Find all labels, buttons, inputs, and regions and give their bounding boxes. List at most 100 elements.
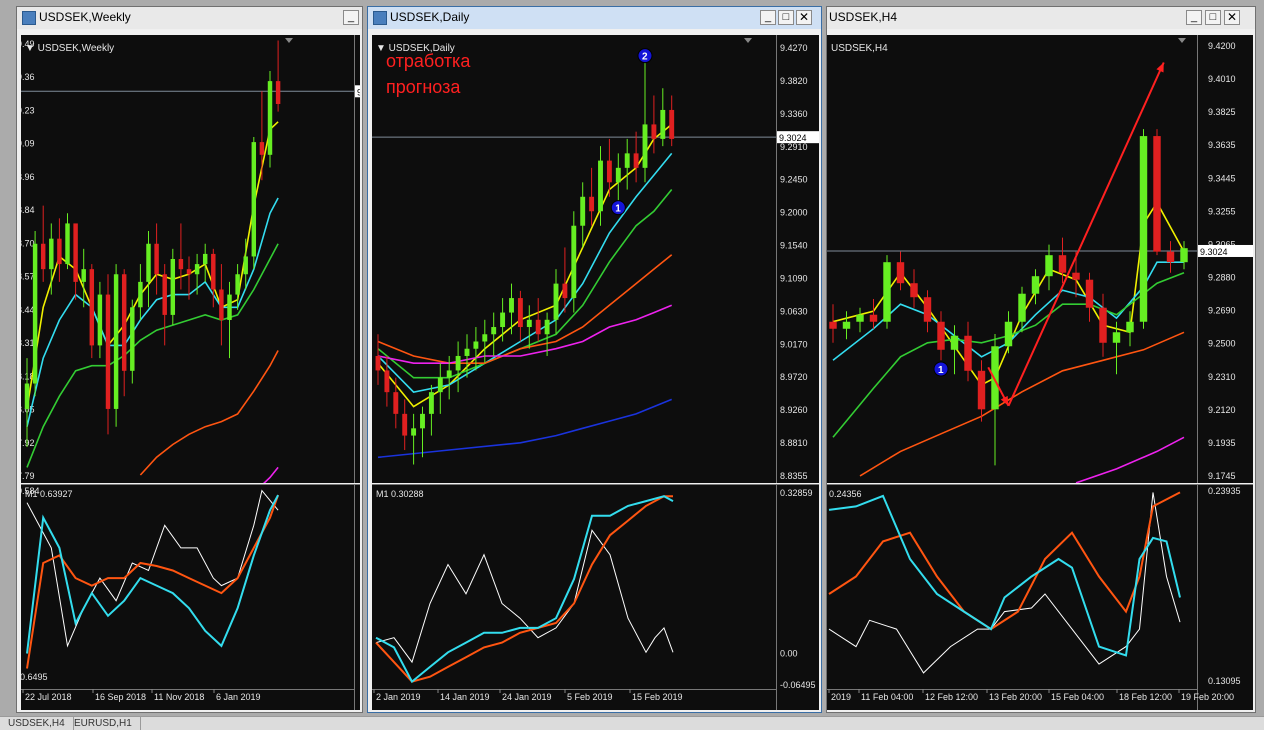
indicator-pane[interactable]: 0.24356 0.23935 0.13095 2019 11 Feb 04:00 12 … [827, 484, 1253, 710]
y-tick-label: 9.4010 [1208, 74, 1236, 84]
candle-body [991, 346, 999, 410]
price-chart-pane[interactable]: 9.4270 9.3820 9.3360 9.2910 9.2450 9.2000 9.15… [372, 35, 819, 483]
candle-body [113, 274, 119, 409]
minimize-button[interactable]: _ [760, 10, 776, 25]
chart-tab-usdsek-h4[interactable]: USDSEK,H4 [0, 717, 74, 730]
x-tick-label: 16 Sep 2018 [95, 692, 146, 702]
candle-body [393, 392, 399, 414]
candle-body [535, 319, 541, 335]
chart-tab-eurusd-h1[interactable]: EURUSD,H1 [66, 717, 141, 730]
window-titlebar[interactable]: USDSEK,Daily _ □ ✕ [368, 7, 821, 29]
indicator-tick-label: 0.00 [780, 648, 798, 658]
candle-body [40, 243, 46, 270]
candle-body [544, 319, 550, 335]
candle-body [615, 167, 621, 183]
candle-body [275, 81, 281, 104]
y-tick-label: 9.2690 [1208, 306, 1236, 316]
candle-body [146, 243, 151, 282]
candle-body [562, 283, 568, 299]
candle-body [517, 298, 523, 328]
window-titlebar[interactable]: USDSEK,H4 _ □ ✕ [827, 7, 1255, 29]
indicator-pane[interactable]: M1 0.30288 0.32859 0.00 -0.06495 2 Jan 2019 1… [372, 484, 819, 710]
candle-body [219, 289, 224, 320]
chart-window-icon [373, 11, 387, 25]
candle-body [651, 124, 657, 139]
window-title: USDSEK,Weekly [39, 10, 131, 24]
maximize-button[interactable]: □ [1205, 10, 1221, 25]
price-chart-pane[interactable]: 9.499.369.239.098.968.848.708.578.448.31… [21, 35, 360, 483]
price-tag-label: 9.30 [357, 87, 360, 97]
candle-body [428, 392, 434, 414]
candle-body [464, 348, 470, 356]
y-tick-label: 8.9720 [780, 372, 808, 382]
candle-body [1018, 293, 1026, 322]
y-tick-label: 9.2880 [1208, 273, 1236, 283]
candle-body [24, 383, 30, 409]
candle-body [186, 269, 192, 275]
y-tick-label: 9.4270 [780, 43, 808, 53]
candle-body [482, 334, 488, 342]
candle-body [580, 196, 586, 226]
candle-body [121, 274, 127, 371]
candle-body [491, 327, 497, 335]
y-tick-label: 9.36 [21, 72, 35, 82]
candle-body [526, 319, 532, 328]
x-tick-label: 6 Jan 2019 [216, 692, 261, 702]
chart-window-h4[interactable]: USDSEK,H4 _ □ ✕ 9.4200 9.4010 9.3825 9.3635… [826, 6, 1256, 713]
x-tick-label: 13 Feb 20:00 [989, 692, 1042, 702]
y-tick-label: 9.3825 [1208, 107, 1236, 117]
x-tick-label: 11 Feb 04:00 [861, 692, 913, 702]
candle-body [1139, 136, 1148, 322]
indicator-pane[interactable]: M1 0.639270.584-0.649522 Jul 201816 Sep … [21, 484, 360, 710]
x-tick-label: 22 Jul 2018 [25, 692, 72, 702]
close-button[interactable]: ✕ [796, 10, 812, 25]
x-tick-label: 18 Feb 12:00 [1119, 692, 1172, 702]
candle-body [1004, 321, 1013, 347]
x-tick-label: 2019 [831, 692, 851, 702]
maximize-button[interactable]: □ [778, 10, 794, 25]
y-tick-label: 9.4200 [1208, 41, 1236, 51]
candle-body [81, 269, 86, 282]
y-tick-label: 9.2910 [780, 142, 808, 152]
candle-body [1153, 136, 1161, 252]
indicator-background [827, 484, 1253, 710]
candle-body [170, 259, 176, 315]
candle-body [829, 321, 837, 329]
x-tick-label: 24 Jan 2019 [502, 692, 552, 702]
candle-body [883, 262, 891, 322]
y-tick-label: 8.70 [21, 238, 35, 248]
minimize-button[interactable]: _ [1186, 10, 1202, 25]
candle-body [509, 298, 514, 313]
candle-body [856, 314, 864, 322]
candle-body [1045, 255, 1053, 277]
y-tick-label: 9.1090 [780, 273, 808, 283]
chart-window-icon [22, 11, 36, 25]
candle-body [130, 307, 135, 371]
y-tick-label: 8.31 [21, 338, 35, 348]
window-titlebar[interactable]: USDSEK,Weekly _ [17, 7, 362, 29]
indicator-tick-label: -0.06495 [780, 680, 816, 690]
chart-background [827, 35, 1253, 483]
wave-marker-label: 1 [938, 365, 944, 376]
chart-tabs-bar: USDSEK,H4 EURUSD,H1 [0, 716, 1264, 730]
y-tick-label: 9.23 [21, 105, 35, 115]
candle-body [194, 264, 200, 275]
close-button[interactable]: ✕ [1224, 10, 1240, 25]
price-chart-pane[interactable]: 9.4200 9.4010 9.3825 9.3635 9.3445 9.3255 9.30… [827, 35, 1253, 483]
chart-window-daily[interactable]: USDSEK,Daily _ □ ✕ 9.4270 9.3820 9.3360 9.2… [367, 6, 822, 713]
candle-body [89, 269, 95, 346]
minimize-button[interactable]: _ [343, 10, 359, 25]
candle-body [138, 281, 143, 308]
price-tag-label: 9.3024 [779, 133, 807, 143]
candle-body [660, 109, 666, 139]
candle-body [202, 253, 208, 265]
candle-body [251, 142, 257, 257]
candle-body [65, 223, 70, 265]
candle-body [589, 196, 595, 212]
candle-body [411, 428, 417, 436]
candle-body [1099, 307, 1107, 343]
wave-marker-label: 2 [642, 52, 648, 63]
y-tick-label: 8.44 [21, 305, 35, 315]
chart-window-weekly[interactable]: USDSEK,Weekly _ 9.499.369.239.098.968.84… [16, 6, 363, 713]
forecast-annotation: отработка [386, 51, 471, 71]
